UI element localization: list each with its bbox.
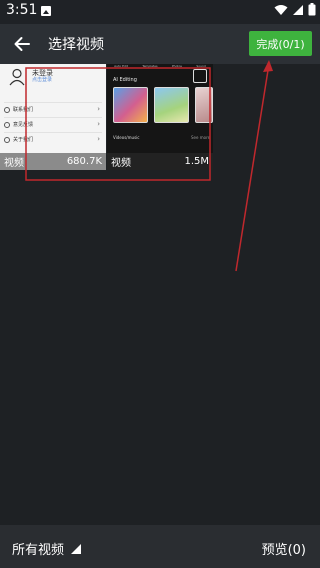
thumb-tab: Photos <box>171 64 182 68</box>
thumb-row-icon <box>4 121 10 128</box>
thumb-row: 联系我们 › <box>4 102 102 116</box>
image-icon <box>41 6 51 16</box>
user-avatar-icon <box>9 68 25 86</box>
chevron-right-icon: › <box>97 120 100 128</box>
thumb-row-label: 意见反馈 <box>13 122 34 128</box>
video-item[interactable]: 未登录 点击登录 联系我们 › 意见反馈 › 关于我们 › 视频 680.7K <box>0 64 106 170</box>
select-checkbox[interactable] <box>193 69 207 83</box>
album-label: 所有视频 <box>12 543 65 558</box>
video-info-bar: 视频 680.7K <box>0 153 106 170</box>
thumb-image <box>113 87 148 123</box>
thumb-row: 意见反馈 › <box>4 117 102 131</box>
thumb-image <box>154 87 189 123</box>
wifi-icon <box>274 4 288 15</box>
thumb-tabs: Auto Edit Templates Photos Sound <box>107 64 213 68</box>
annotation-arrow-line <box>235 63 270 272</box>
done-button[interactable]: 完成(0/1) <box>249 31 312 56</box>
video-type-label: 视频 <box>4 158 24 169</box>
back-arrow-icon <box>14 37 30 51</box>
chevron-right-icon: › <box>97 135 100 143</box>
video-size-label: 1.5M <box>184 156 209 167</box>
thumb-row-icon <box>4 106 10 113</box>
thumb-section-title: AI Editing <box>113 77 137 83</box>
status-icons <box>274 3 316 16</box>
thumb-subtitle: Videos/music <box>113 135 140 140</box>
thumb-tab: Sound <box>196 64 206 68</box>
thumb-row-label: 联系我们 <box>13 107 34 113</box>
thumb-row: 关于我们 › <box>4 132 102 146</box>
signal-icon <box>293 4 303 15</box>
thumb-sub-text: 点击登录 <box>32 77 53 83</box>
status-bar: 3:51 <box>0 0 320 24</box>
thumb-row-icon <box>4 136 10 143</box>
chevron-right-icon: › <box>97 105 100 113</box>
video-info-bar: 视频 1.5M <box>107 153 213 170</box>
thumb-tab: Auto Edit <box>114 64 128 68</box>
page-title: 选择视频 <box>48 37 104 53</box>
preview-button[interactable]: 预览(0) <box>262 539 306 558</box>
bottom-bar: 所有视频 预览(0) <box>0 525 320 568</box>
video-size-label: 680.7K <box>66 156 102 167</box>
album-selector[interactable]: 所有视频 <box>12 539 82 558</box>
thumb-row-label: 关于我们 <box>13 137 34 143</box>
back-button[interactable] <box>8 30 36 58</box>
video-item[interactable]: Auto Edit Templates Photos Sound AI Edit… <box>107 64 213 170</box>
thumb-tab: Templates <box>142 64 158 68</box>
thumb-right-text: See more <box>191 135 211 140</box>
video-type-label: 视频 <box>111 158 131 169</box>
status-time: 3:51 <box>6 2 38 18</box>
dropdown-triangle-icon <box>71 543 82 554</box>
thumb-image <box>195 87 213 123</box>
battery-icon <box>308 3 316 16</box>
